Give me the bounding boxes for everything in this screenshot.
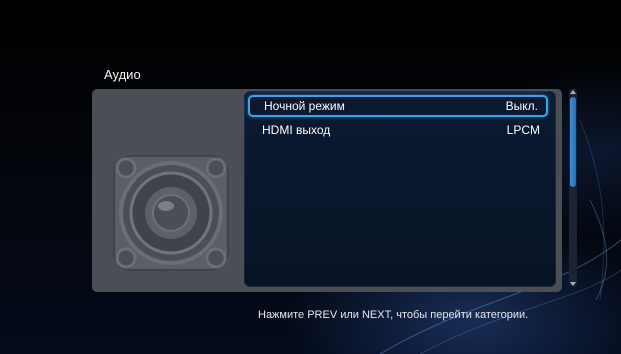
setting-value: Выкл. [505,99,538,113]
scrollbar-thumb[interactable] [570,97,576,187]
setting-label: HDMI выход [262,123,331,137]
settings-screen: Аудио Ночной режим Выкл. HDMI выход LPCM… [0,0,621,354]
speaker-icon [113,155,229,271]
setting-value: LPCM [506,123,540,137]
scroll-up-arrow-icon[interactable] [570,90,576,94]
navigation-hint: Нажмите PREV или NEXT, чтобы перейти кат… [258,309,529,321]
setting-row-night-mode[interactable]: Ночной режим Выкл. [248,95,548,117]
setting-row-hdmi-output[interactable]: HDMI выход LPCM [248,119,548,141]
section-title: Аудио [104,67,141,82]
setting-label: Ночной режим [264,99,345,113]
settings-list: Ночной режим Выкл. HDMI выход LPCM [244,91,556,287]
scroll-down-arrow-icon[interactable] [570,282,576,286]
